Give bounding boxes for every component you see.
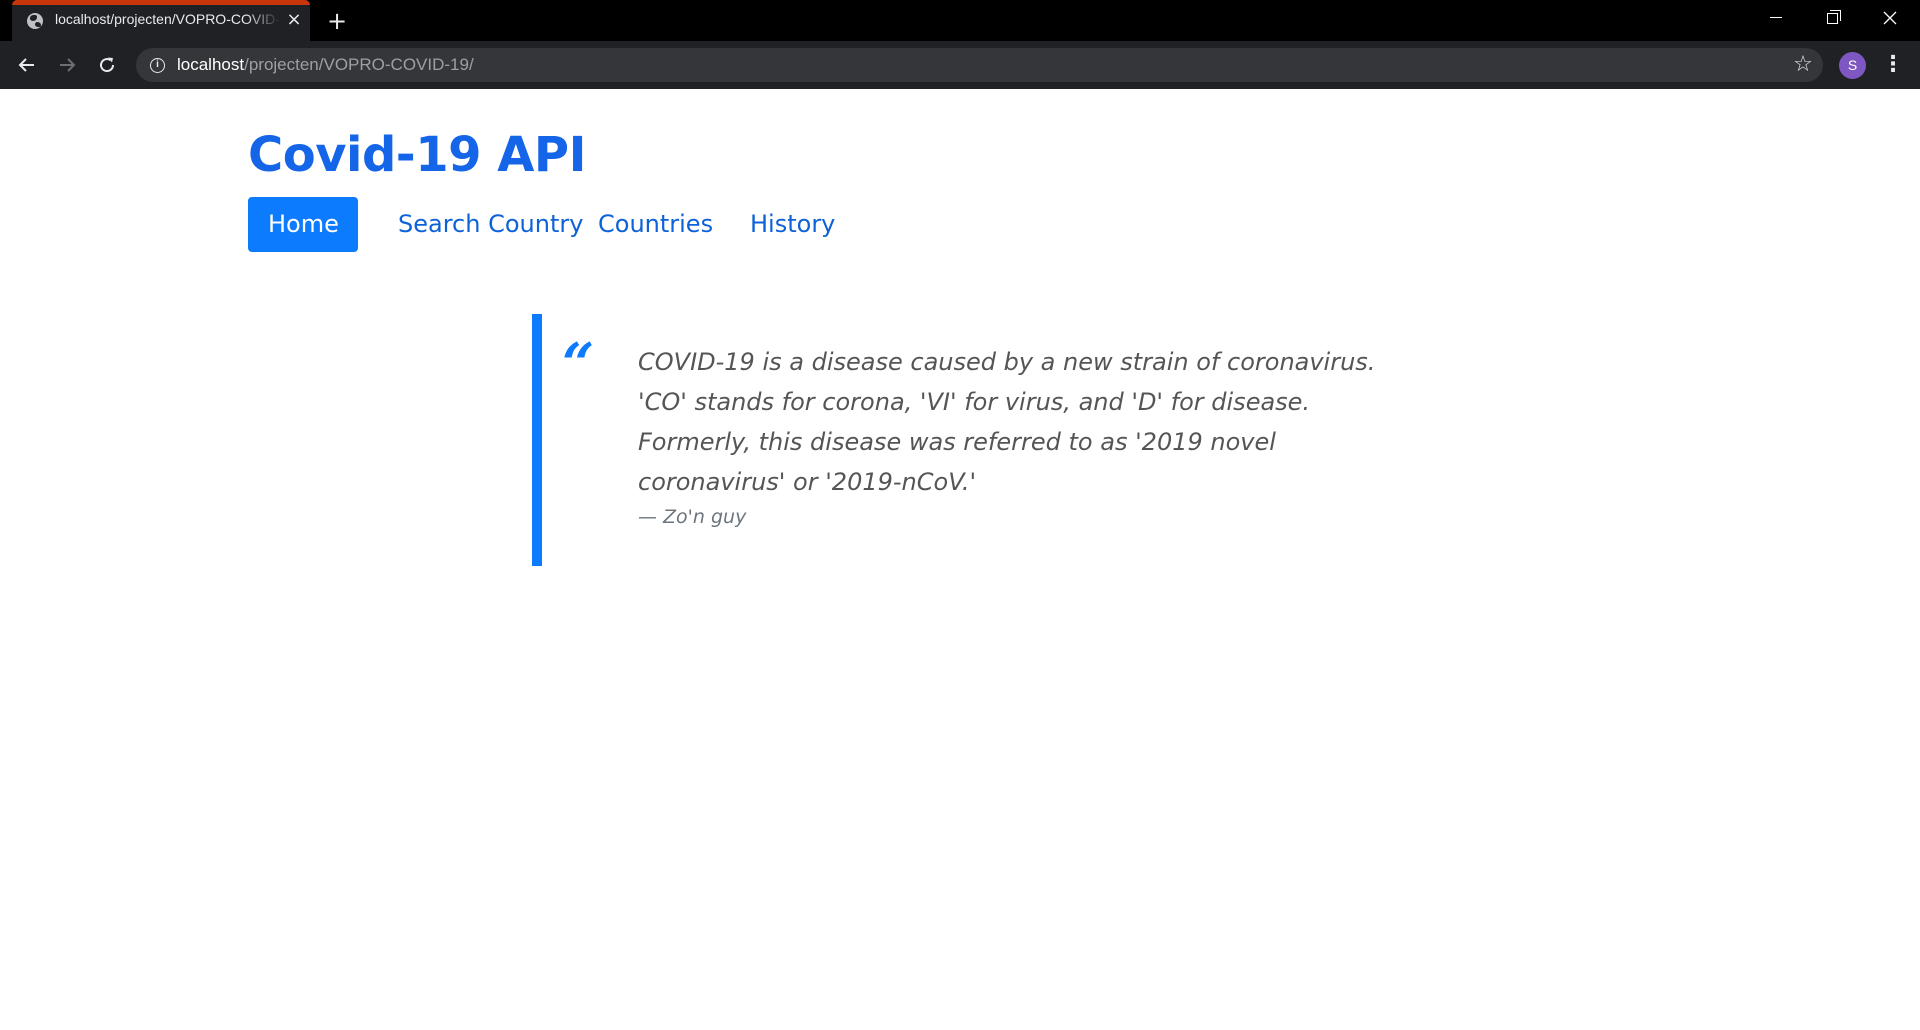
nav-item-search-country[interactable]: Search Country xyxy=(378,197,603,252)
forward-button[interactable] xyxy=(51,49,83,81)
close-icon[interactable]: × xyxy=(284,10,304,30)
quote-text: COVID-19 is a disease caused by a new st… xyxy=(638,342,1398,502)
quote-author: — Zo'n guy xyxy=(638,506,747,528)
quote-line: COVID-19 is a disease caused by a new st… xyxy=(638,348,1376,376)
profile-avatar[interactable]: S xyxy=(1839,52,1866,79)
quote-line: 'CO' stands for corona, 'VI' for virus, … xyxy=(638,388,1311,416)
tab-title: localhost/projecten/VOPRO-COVID-19/ xyxy=(55,11,280,27)
kebab-menu-icon[interactable]: ⋮ xyxy=(1880,49,1906,81)
nav-item-home[interactable]: Home xyxy=(248,197,358,252)
browser-chrome: localhost/projecten/VOPRO-COVID-19/ × + … xyxy=(0,0,1920,89)
nav-item-history[interactable]: History xyxy=(730,197,855,252)
restore-button[interactable] xyxy=(1805,0,1861,36)
browser-toolbar: i localhost/projecten/VOPRO-COVID-19/ ☆ … xyxy=(0,41,1920,89)
site-title: Covid-19 API xyxy=(248,127,586,183)
browser-tab[interactable]: localhost/projecten/VOPRO-COVID-19/ × xyxy=(12,0,310,41)
tab-accent xyxy=(12,0,310,5)
reload-button[interactable] xyxy=(91,49,123,81)
blockquote: “ COVID-19 is a disease caused by a new … xyxy=(532,314,1432,566)
reload-icon xyxy=(100,57,115,73)
info-icon[interactable]: i xyxy=(150,58,165,73)
url-host: localhost xyxy=(177,55,245,74)
nav-item-countries[interactable]: Countries xyxy=(578,197,733,252)
quote-line: Formerly, this disease was referred to a… xyxy=(638,428,1276,456)
minimize-icon xyxy=(1770,17,1782,18)
quote-line: coronavirus' or '2019-nCoV.' xyxy=(638,468,977,496)
address-bar[interactable]: i localhost/projecten/VOPRO-COVID-19/ ☆ xyxy=(136,48,1823,82)
close-window-icon xyxy=(1883,11,1897,25)
tab-strip: localhost/projecten/VOPRO-COVID-19/ × + xyxy=(0,0,1920,41)
quote-accent-bar xyxy=(532,314,542,566)
quote-mark-icon: “ xyxy=(562,331,595,397)
globe-icon xyxy=(27,13,43,29)
url-text[interactable]: localhost/projecten/VOPRO-COVID-19/ xyxy=(177,55,474,75)
bookmark-star-icon[interactable]: ☆ xyxy=(1790,52,1816,78)
arrow-left-icon xyxy=(18,58,34,72)
minimize-button[interactable] xyxy=(1748,0,1804,36)
window-close-button[interactable] xyxy=(1862,0,1918,36)
url-path: /projecten/VOPRO-COVID-19/ xyxy=(244,55,474,74)
new-tab-button[interactable]: + xyxy=(324,8,350,34)
back-button[interactable] xyxy=(11,49,43,81)
arrow-right-icon xyxy=(60,58,76,72)
restore-icon-front xyxy=(1827,13,1838,24)
